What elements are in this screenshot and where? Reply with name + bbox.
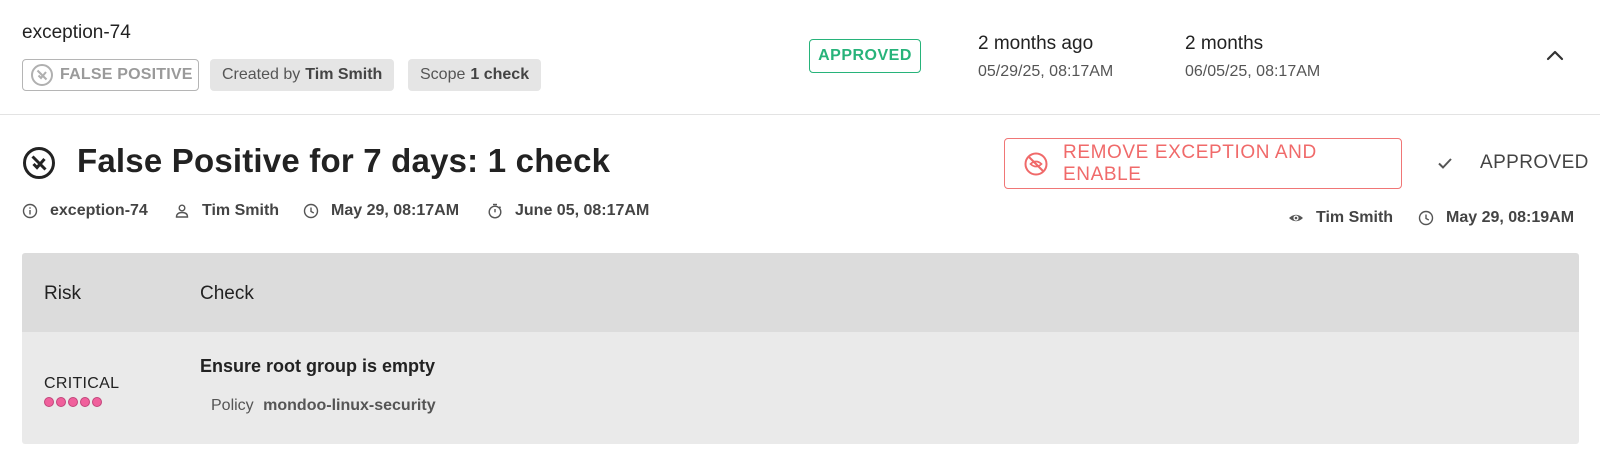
eye-icon xyxy=(1288,210,1304,226)
policy-line: Policy mondoo-linux-security xyxy=(211,397,436,415)
risk-dot xyxy=(80,397,90,407)
created-by-value: Tim Smith xyxy=(305,66,383,83)
risk-rating xyxy=(44,397,104,407)
meta-start: May 29, 08:17AM xyxy=(303,202,459,220)
meta-reviewer-text: Tim Smith xyxy=(1316,209,1394,226)
clock-icon xyxy=(1418,210,1434,226)
created-timestamp: 05/29/25, 08:17AM xyxy=(978,63,1114,80)
check-title[interactable]: Ensure root group is empty xyxy=(200,356,435,377)
risk-dot xyxy=(68,397,78,407)
scope-chip: Scope 1 check xyxy=(408,59,542,91)
policy-prefix: Policy xyxy=(211,397,254,414)
approval-status-label: APPROVED xyxy=(1480,152,1589,173)
check-icon xyxy=(1436,154,1454,172)
meta-author: Tim Smith xyxy=(174,202,279,220)
meta-reviewed-at-text: May 29, 08:19AM xyxy=(1446,209,1575,226)
meta-start-text: May 29, 08:17AM xyxy=(331,202,460,219)
divider xyxy=(0,114,1600,115)
approval-status: APPROVED xyxy=(1436,152,1589,174)
meta-end-text: June 05, 08:17AM xyxy=(515,202,650,219)
policy-name: mondoo-linux-security xyxy=(263,397,436,414)
risk-dot xyxy=(92,397,102,407)
info-icon xyxy=(22,203,38,219)
meta-author-text: Tim Smith xyxy=(202,202,280,219)
meta-reviewed-at: May 29, 08:19AM xyxy=(1418,209,1574,227)
duration-timestamp: 06/05/25, 08:17AM xyxy=(1185,63,1321,80)
meta-end: June 05, 08:17AM xyxy=(487,202,649,220)
scope-value: 1 check xyxy=(470,66,530,83)
meta-reviewer: Tim Smith xyxy=(1288,209,1393,227)
false-positive-label: FALSE POSITIVE xyxy=(60,66,193,83)
created-by-chip: Created by Tim Smith xyxy=(210,59,395,91)
column-header-risk[interactable]: Risk xyxy=(44,283,81,305)
false-positive-icon xyxy=(30,63,54,87)
false-positive-icon xyxy=(22,146,56,180)
clock-icon xyxy=(303,203,319,219)
risk-dot xyxy=(44,397,54,407)
chevron-up-icon xyxy=(1541,45,1569,67)
risk-dot xyxy=(56,397,66,407)
scope-prefix: Scope xyxy=(420,66,466,83)
table-header: Risk Check xyxy=(22,253,1579,332)
status-badge: APPROVED xyxy=(809,39,921,73)
checks-table: Risk Check CRITICAL Ensure root group is… xyxy=(22,253,1579,444)
table-row[interactable]: CRITICAL Ensure root group is empty Poli… xyxy=(22,332,1579,444)
remove-exception-label: REMOVE EXCEPTION AND ENABLE xyxy=(1063,141,1317,185)
remove-exception-button[interactable]: REMOVE EXCEPTION AND ENABLE xyxy=(1004,138,1402,189)
page-title: False Positive for 7 days: 1 check xyxy=(77,142,611,179)
eye-off-icon xyxy=(1023,151,1049,177)
meta-exception-id-text: exception-74 xyxy=(50,202,148,219)
risk-label: CRITICAL xyxy=(44,375,120,392)
column-header-check[interactable]: Check xyxy=(200,283,254,305)
timer-icon xyxy=(487,203,503,219)
duration-relative: 2 months xyxy=(1185,33,1264,54)
meta-exception-id: exception-74 xyxy=(22,202,148,220)
false-positive-chip: FALSE POSITIVE xyxy=(22,59,199,91)
person-icon xyxy=(174,203,190,219)
collapse-button[interactable] xyxy=(1541,45,1569,67)
created-by-prefix: Created by xyxy=(222,66,301,83)
created-relative: 2 months ago xyxy=(978,33,1094,54)
exception-id: exception-74 xyxy=(22,22,131,43)
